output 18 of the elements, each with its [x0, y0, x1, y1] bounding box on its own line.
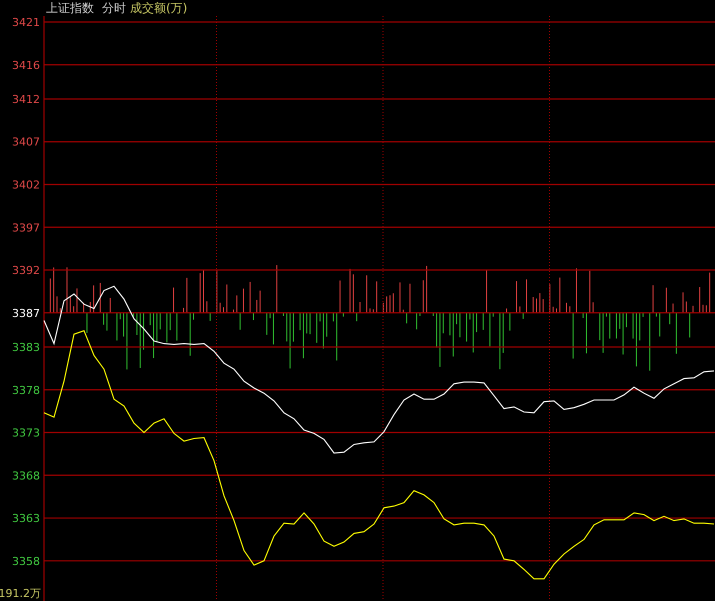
- axis-label: 3373: [12, 426, 40, 440]
- axis-label: 3402: [12, 178, 40, 192]
- index-name: 上证指数: [46, 0, 94, 16]
- axis-label: 3368: [12, 469, 40, 482]
- period-label: 分时: [102, 0, 126, 16]
- axis-label: 3358: [12, 554, 40, 568]
- volume-label: 191.2万: [0, 587, 41, 600]
- axis-label: 3392: [12, 264, 40, 278]
- indicator-label: 成交额(万): [130, 0, 188, 16]
- axis-label: 3363: [12, 512, 40, 526]
- axis-label: 3412: [12, 92, 40, 106]
- axis-label: 3397: [12, 221, 40, 234]
- axis-label: 3421: [12, 16, 40, 29]
- axis-label: 3407: [12, 136, 40, 149]
- axis-label: 3416: [12, 58, 40, 72]
- axis-label: 3387: [12, 306, 40, 320]
- axis-label: 3378: [12, 384, 40, 397]
- axis-label: 3383: [12, 341, 40, 354]
